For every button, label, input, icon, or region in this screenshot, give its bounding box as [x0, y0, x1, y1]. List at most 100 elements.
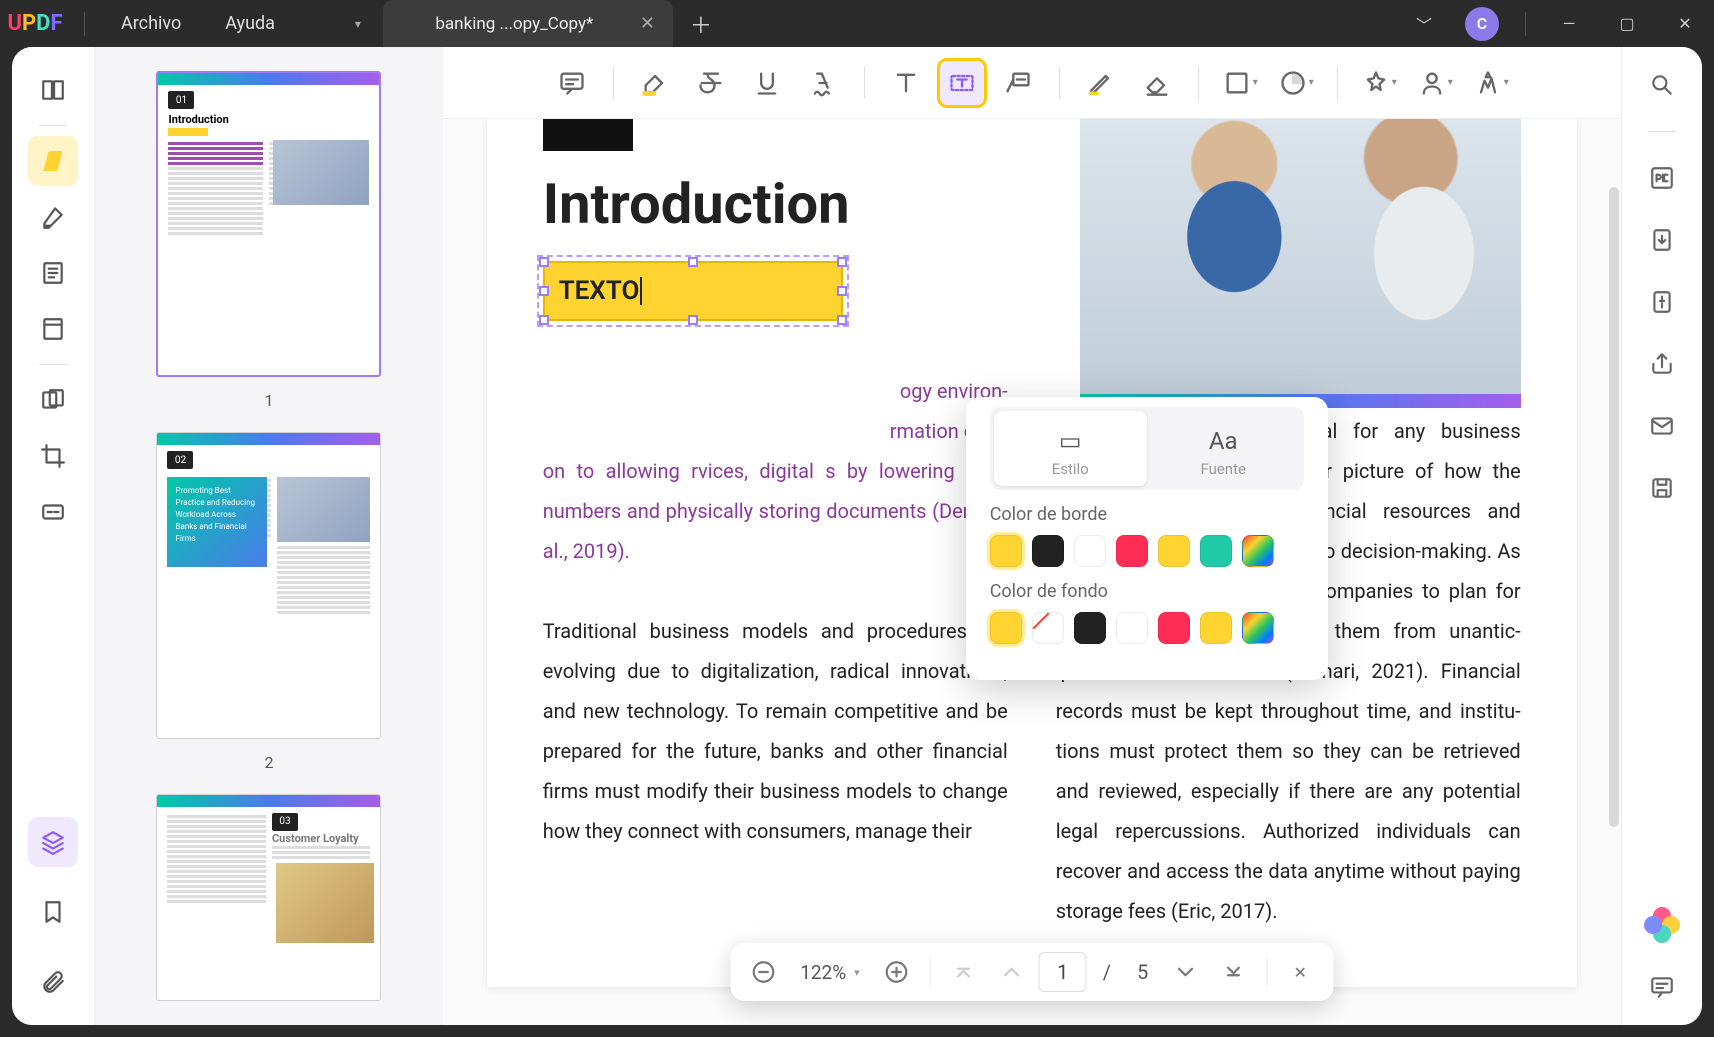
text-tool[interactable] — [881, 58, 931, 108]
page-thumbnail-3[interactable]: 03 Customer Loyalty — [156, 794, 381, 1001]
content-area: ▾ ▾ ▾ ▾ ▾ Introduction TEXTO — [443, 47, 1621, 1025]
ink-sign-tool[interactable]: ▾ — [1466, 58, 1516, 108]
border-color-swatches — [990, 535, 1304, 567]
organize-pages-button[interactable] — [28, 375, 78, 425]
title-bar: UPDF Archivo Ayuda ▾ banking ...opy_Copy… — [0, 0, 1714, 47]
new-tab-button[interactable]: ＋ — [681, 0, 721, 47]
share-button[interactable] — [1642, 344, 1682, 384]
page-thumbnail-1[interactable]: 01 Introduction — [156, 71, 381, 377]
menu-file[interactable]: Archivo — [99, 13, 203, 34]
zoom-in-button[interactable] — [876, 951, 918, 993]
email-button[interactable] — [1642, 406, 1682, 446]
underline-tool[interactable] — [742, 58, 792, 108]
separator — [1525, 12, 1526, 36]
swatch-border-yellow[interactable] — [1158, 535, 1190, 567]
font-icon: Aa — [1147, 427, 1300, 455]
comment-tool[interactable] — [547, 58, 597, 108]
hero-image — [1080, 119, 1521, 399]
signature-tool[interactable]: ▾ — [1410, 58, 1460, 108]
first-page-button[interactable] — [943, 951, 985, 993]
page-navigation-bar: 122%▾ 1 / 5 ✕ — [730, 943, 1333, 1001]
close-window-button[interactable]: ✕ — [1656, 0, 1714, 47]
pencil-tool[interactable] — [1076, 58, 1126, 108]
annotation-text: TEXTO — [559, 276, 640, 306]
edit-mode-button[interactable] — [28, 192, 78, 242]
search-button[interactable] — [1642, 65, 1682, 105]
bookmark-button[interactable] — [28, 887, 78, 937]
prev-page-button[interactable] — [991, 951, 1033, 993]
close-tab-icon[interactable]: ✕ — [640, 13, 655, 34]
current-page-input[interactable]: 1 — [1039, 952, 1087, 992]
fill-color-swatches — [990, 612, 1304, 644]
ocr-button[interactable] — [1642, 158, 1682, 198]
swatch-fill-white[interactable] — [1116, 612, 1148, 644]
callout-tool[interactable] — [993, 58, 1043, 108]
convert-button[interactable] — [1642, 220, 1682, 260]
left-tool-rail — [12, 47, 95, 1025]
swatch-fill-red[interactable] — [1158, 612, 1190, 644]
last-page-button[interactable] — [1212, 951, 1254, 993]
text-caret — [640, 277, 642, 305]
swatch-border-custom[interactable] — [1242, 535, 1274, 567]
textbox-style-popup: ▭ Estilo Aa Fuente Color de borde Color … — [966, 397, 1328, 680]
attachment-button[interactable] — [28, 957, 78, 1007]
swatch-border-black[interactable] — [1032, 535, 1064, 567]
swatch-fill-yellow[interactable] — [1200, 612, 1232, 644]
thumbnails-panel[interactable]: 01 Introduction 1 02 Promoting Best Prac… — [95, 47, 442, 1025]
swatch-border-white[interactable] — [1074, 535, 1106, 567]
document-tab[interactable]: banking ...opy_Copy* ✕ — [383, 0, 673, 47]
tab-list-dropdown[interactable]: ▾ — [337, 0, 379, 47]
ai-assistant-button[interactable] — [1642, 905, 1682, 945]
sticker-tool[interactable]: ▾ — [1271, 58, 1321, 108]
swatch-border-red[interactable] — [1116, 535, 1148, 567]
textbox-tool[interactable] — [937, 58, 987, 108]
next-page-button[interactable] — [1164, 951, 1206, 993]
total-pages: 5 — [1127, 960, 1158, 984]
page-number-block — [543, 119, 633, 151]
crop-tool-button[interactable] — [28, 431, 78, 481]
reader-mode-button[interactable] — [28, 65, 78, 115]
vertical-scrollbar[interactable] — [1609, 187, 1619, 827]
rectangle-icon: ▭ — [994, 427, 1147, 455]
annotate-mode-button[interactable] — [28, 136, 78, 186]
window-controls: ﹀ C — ▢ ✕ — [1395, 0, 1714, 47]
eraser-tool[interactable] — [1132, 58, 1182, 108]
redact-tool-button[interactable] — [28, 487, 78, 537]
chevron-down-icon[interactable]: ﹀ — [1395, 0, 1453, 47]
strikethrough-tool[interactable] — [686, 58, 736, 108]
swatch-border-teal[interactable] — [1200, 535, 1232, 567]
swatch-fill-custom[interactable] — [1242, 612, 1274, 644]
shape-tool[interactable]: ▾ — [1215, 58, 1265, 108]
swatch-fill-yellow-selected[interactable] — [990, 612, 1022, 644]
swatch-fill-none[interactable] — [1032, 612, 1064, 644]
tab-style[interactable]: ▭ Estilo — [994, 411, 1147, 486]
maximize-button[interactable]: ▢ — [1598, 0, 1656, 47]
tab-font[interactable]: Aa Fuente — [1147, 411, 1300, 486]
minimize-button[interactable]: — — [1540, 0, 1598, 47]
page-tools-button[interactable] — [28, 248, 78, 298]
comments-panel-button[interactable] — [1642, 967, 1682, 1007]
popup-tabs: ▭ Estilo Aa Fuente — [990, 407, 1304, 490]
close-nav-button[interactable]: ✕ — [1279, 951, 1321, 993]
layers-button[interactable] — [28, 817, 78, 867]
zoom-out-button[interactable] — [742, 951, 784, 993]
compress-button[interactable] — [1642, 282, 1682, 322]
save-button[interactable] — [1642, 468, 1682, 508]
swatch-fill-black[interactable] — [1074, 612, 1106, 644]
user-avatar[interactable]: C — [1465, 7, 1499, 41]
app-body: 01 Introduction 1 02 Promoting Best Prac… — [12, 47, 1702, 1025]
right-tool-rail — [1621, 47, 1702, 1025]
highlight-tool[interactable] — [630, 58, 680, 108]
form-tools-button[interactable] — [28, 304, 78, 354]
page-thumbnail-2[interactable]: 02 Promoting Best Practice and Reducing … — [156, 432, 381, 738]
tab-area: ▾ banking ...opy_Copy* ✕ ＋ — [337, 0, 721, 47]
squiggly-tool[interactable] — [798, 58, 848, 108]
text-annotation-box[interactable]: TEXTO — [543, 261, 843, 321]
swatch-border-yellow-selected[interactable] — [990, 535, 1022, 567]
zoom-level[interactable]: 122%▾ — [790, 961, 869, 984]
stamp-tool[interactable]: ▾ — [1354, 58, 1404, 108]
annotation-toolbar: ▾ ▾ ▾ ▾ ▾ — [443, 47, 1621, 119]
menu-help[interactable]: Ayuda — [203, 13, 297, 34]
separator — [84, 12, 85, 36]
page-separator: / — [1093, 960, 1121, 984]
